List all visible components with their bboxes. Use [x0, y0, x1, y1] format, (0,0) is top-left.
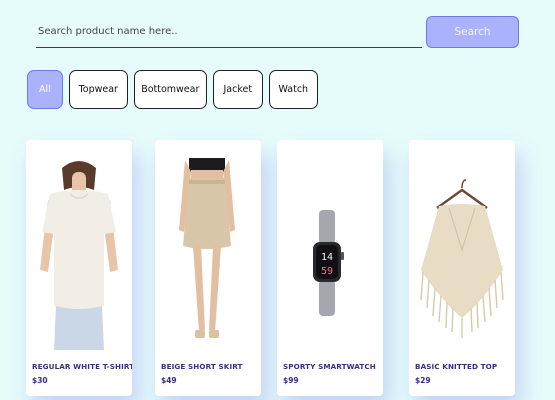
filter-topwear-button[interactable]: Topwear: [68, 70, 128, 109]
filter-all-button[interactable]: All: [27, 70, 63, 109]
watch-hour-text: 14: [321, 252, 333, 263]
product-card[interactable]: REGULAR WHITE T-SHIRT $30: [26, 140, 132, 396]
search-input[interactable]: [36, 16, 422, 48]
product-price: $99: [283, 376, 299, 385]
product-price: $30: [32, 376, 48, 385]
filter-watch-button[interactable]: Watch: [268, 70, 318, 109]
product-card[interactable]: BASIC KNITTED TOP $29: [409, 140, 515, 396]
product-name: SPORTY SMARTWATCH: [283, 362, 376, 371]
filter-bottomwear-button[interactable]: Bottomwear: [133, 70, 207, 109]
product-price: $29: [415, 376, 431, 385]
product-name: REGULAR WHITE T-SHIRT: [32, 362, 132, 371]
search-button[interactable]: Search: [426, 16, 519, 48]
category-filters: All Topwear Bottomwear Jacket Watch: [27, 70, 318, 109]
filter-jacket-button[interactable]: Jacket: [212, 70, 263, 109]
product-price: $49: [161, 376, 177, 385]
watch-minute-text: 59: [321, 266, 333, 277]
product-card[interactable]: 14 59 SPORTY SMARTWATCH $99: [277, 140, 383, 396]
product-name: BASIC KNITTED TOP: [415, 362, 498, 371]
smartwatch-image: 14 59: [277, 150, 383, 350]
white-tshirt-image: [26, 150, 132, 350]
search-bar: Search: [36, 16, 520, 50]
product-name: BEIGE SHORT SKIRT: [161, 362, 243, 371]
knitted-top-image: [409, 150, 515, 350]
product-card[interactable]: BEIGE SHORT SKIRT $49: [155, 140, 261, 396]
beige-skirt-image: [155, 150, 261, 350]
